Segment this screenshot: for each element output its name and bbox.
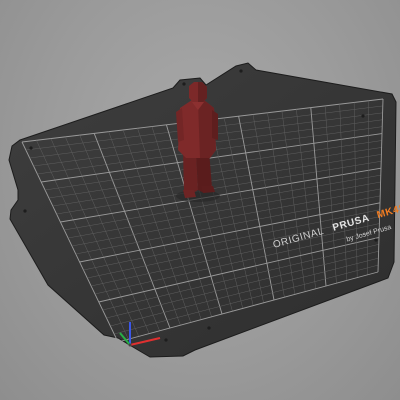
scene[interactable]: ORIGINAL PRUSA MK4S by Josef Prusa (0, 0, 400, 400)
3d-viewport[interactable]: ORIGINAL PRUSA MK4S by Josef Prusa (0, 0, 400, 400)
